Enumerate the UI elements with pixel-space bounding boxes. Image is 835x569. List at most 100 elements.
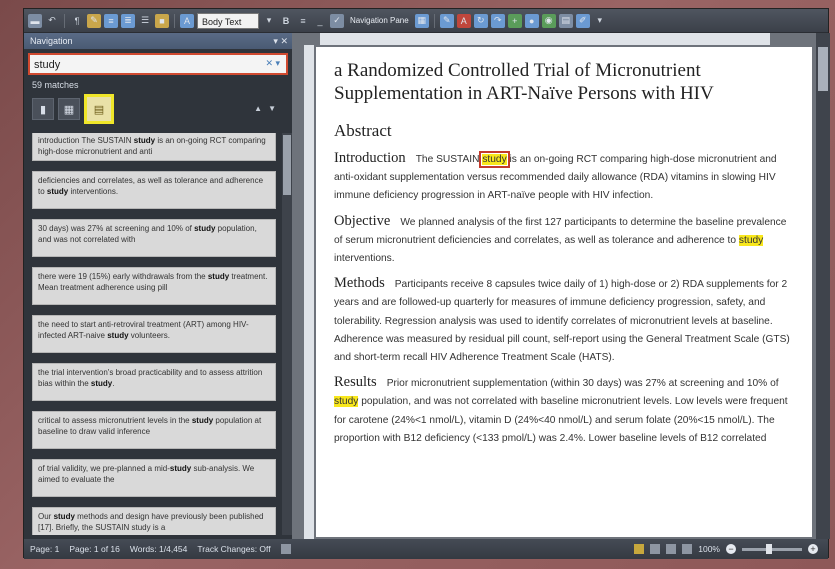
print-layout-icon[interactable] [634,544,645,554]
result-text-before: there were 19 (15%) early withdrawals fr… [38,272,208,281]
result-hit: study [90,379,113,388]
web-icon[interactable]: ◉ [541,13,556,28]
search-result-item[interactable]: Our study methods and design have previo… [32,507,276,535]
status-page-count[interactable]: Page: 1 of 16 [69,539,120,559]
section-text: The SUSTAIN [415,154,483,165]
numbering-icon[interactable]: ≣ [121,13,135,28]
section-text: Prior micronutrient supplementation (wit… [386,378,779,390]
table-icon[interactable]: ▤ [558,13,573,28]
search-input[interactable] [30,56,286,74]
customize-toolbar-icon[interactable]: ▾ [593,14,607,28]
result-hit: study [107,331,129,340]
search-result-item[interactable]: there were 19 (15%) early withdrawals fr… [32,267,276,305]
document-title: a Randomized Controlled Trial of Micronu… [334,60,714,104]
bullets-icon[interactable]: ≡ [104,13,118,28]
browse-headings-icon[interactable]: ▮ [32,98,54,120]
zoom-in-icon[interactable]: + [808,544,818,554]
zoom-icon[interactable]: ● [524,13,539,28]
draw-icon[interactable]: ✐ [575,13,590,28]
result-hit: study [207,272,230,281]
section-text: Participants receive 8 capsules twice da… [334,279,790,364]
zoom-out-icon[interactable]: − [726,544,736,554]
abstract-section-results: Results Prior micronutrient supplementati… [334,373,794,448]
toolbar-divider [174,13,175,28]
result-hit: study [169,464,192,473]
highlight-icon[interactable]: ✎ [439,13,454,28]
navigation-pane-toggle[interactable]: Navigation Pane [347,16,412,25]
results-scrollbar[interactable] [282,133,292,535]
horizontal-ruler[interactable] [320,33,770,45]
quick-access-toolbar: ▬ ↶ ¶ ✎ ≡ ≣ ☰ ■ A Body Text ▾ B ≡ _ ✓ Na… [24,9,828,33]
previous-result-icon[interactable]: ▲ [254,104,268,113]
search-result-item[interactable]: deficiencies and correlates, as well as … [32,171,276,209]
result-text-before: critical to assess micronutrient levels … [38,416,192,425]
status-track-changes[interactable]: Track Changes: Off [197,539,270,559]
pane-options-icon[interactable]: ▾ [273,36,278,46]
section-heading: Objective [334,212,391,229]
redo-icon[interactable]: ↷ [490,13,505,28]
result-hit: study [133,136,156,145]
section-text: population, and was not correlated with … [334,396,788,444]
align-icon[interactable]: ☰ [138,14,152,28]
underline-icon[interactable]: _ [313,14,327,28]
result-text-after: interventions. [68,187,119,196]
navigation-pane-header: Navigation ▾ ✕ [24,33,292,49]
folder-icon[interactable]: ■ [155,13,169,28]
checkbox-icon[interactable]: ✓ [330,13,344,28]
view-icon[interactable]: ▦ [414,13,429,28]
search-result-item[interactable]: the trial intervention's broad practicab… [32,363,276,401]
paragraph-mark-icon[interactable]: ¶ [70,14,84,28]
chevron-down-icon[interactable]: ▾ [262,14,276,28]
search-result-item[interactable]: of trial validity, we pre-planned a mid-… [32,459,276,497]
zoom-level[interactable]: 100% [698,539,720,559]
outline-icon[interactable] [682,544,693,554]
browse-pages-icon[interactable]: ▦ [58,98,80,120]
refresh-icon[interactable]: ↻ [473,13,488,28]
document-page[interactable]: a Randomized Controlled Trial of Micronu… [316,47,812,537]
macro-icon[interactable] [280,544,291,554]
zoom-slider[interactable] [742,543,802,554]
style-dropdown[interactable]: Body Text [197,12,259,29]
search-result-item[interactable]: critical to assess micronutrient levels … [32,411,276,449]
document-scrollbar-thumb[interactable] [818,47,828,91]
search-result-item[interactable]: introduction The SUSTAIN study is an on-… [32,133,276,161]
navigation-pane: Navigation ▾ ✕ ✕ ▾ 59 matches ▮ ▦ ▤ ▲▼ i… [24,33,292,539]
navigation-pane-title: Navigation [30,36,73,46]
next-result-icon[interactable]: ▼ [268,104,282,113]
results-scrollbar-thumb[interactable] [283,135,291,195]
abstract-section-objective: Objective We planned analysis of the firs… [334,212,794,269]
web-layout-icon[interactable] [666,544,677,554]
current-search-hit: study [479,151,510,168]
close-icon[interactable]: ✕ [280,36,288,46]
font-color-icon[interactable]: A [456,13,471,28]
format-painter-icon[interactable]: ✎ [87,13,101,28]
section-heading: Introduction [334,150,406,166]
document-scrollbar[interactable] [816,33,830,539]
save-icon[interactable]: ▬ [28,13,42,28]
result-hit: study [46,187,69,196]
search-result-item[interactable]: 30 days) was 27% at screening and 10% of… [32,219,276,257]
full-screen-icon[interactable] [650,544,661,554]
align-left-icon[interactable]: ≡ [296,14,310,28]
status-page[interactable]: Page: 1 [30,539,59,559]
result-text-before: Our [38,512,54,521]
zoom-slider-knob[interactable] [766,543,772,554]
search-box[interactable]: ✕ ▾ [28,53,288,75]
search-result-item[interactable]: the need to start anti-retroviral treatm… [32,315,276,353]
undo-icon[interactable]: ↶ [45,14,59,28]
section-text: interventions. [334,253,395,265]
clear-search-icon[interactable]: ✕ ▾ [265,58,280,69]
section-heading: Methods [334,275,385,292]
section-text: We planned analysis of the first 127 par… [334,216,787,246]
vertical-ruler[interactable] [304,45,314,539]
toolbar-divider [433,13,435,28]
insert-icon[interactable]: + [507,13,522,28]
result-hit: study [53,512,75,521]
result-text-before: the trial intervention's broad practicab… [38,368,263,388]
status-word-count[interactable]: Words: 1/4,454 [130,539,188,559]
toolbar-divider [64,13,65,28]
styles-icon[interactable]: A [180,13,194,28]
browse-results-icon[interactable]: ▤ [84,94,114,124]
bold-icon[interactable]: B [279,14,293,28]
result-text-before: introduction The SUSTAIN [38,136,134,145]
